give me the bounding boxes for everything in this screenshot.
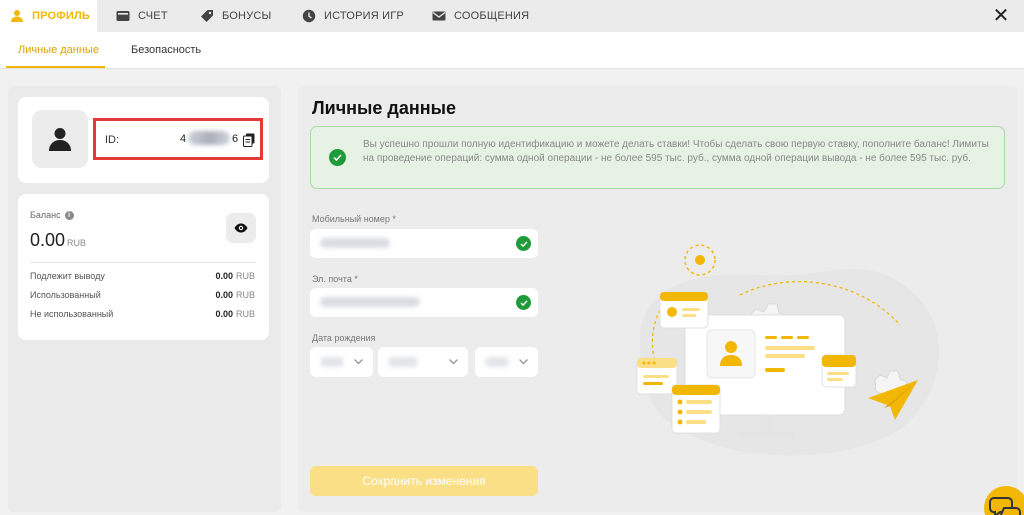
user-icon	[11, 10, 23, 22]
id-label: ID:	[105, 134, 120, 146]
info-icon[interactable]: i	[64, 210, 74, 220]
save-changes-button[interactable]: Сохранить изменения	[310, 466, 538, 496]
chat-icon	[989, 497, 1021, 515]
birth-day-select[interactable]	[310, 347, 373, 377]
birth-month-select[interactable]	[378, 347, 468, 377]
tab-label: СЧЕТ	[138, 10, 168, 22]
balance-value-row: 0.00 RUB	[30, 230, 86, 251]
verification-notice: Вы успешно прошли полную идентификацию и…	[310, 126, 1005, 189]
copy-icon[interactable]	[243, 133, 255, 147]
sub-tab-bar: Личные данные Безопасность	[0, 32, 1024, 69]
verified-check-icon	[516, 236, 531, 251]
id-value-start: 4	[180, 133, 187, 145]
phone-label: Мобильный номер *	[312, 214, 396, 224]
close-icon[interactable]: ✕	[990, 5, 1012, 27]
tab-messages[interactable]: СООБЩЕНИЯ	[432, 0, 529, 32]
success-check-icon	[329, 149, 346, 166]
eye-icon	[234, 223, 248, 233]
balance-value: 0.00	[30, 230, 66, 250]
email-field[interactable]	[310, 288, 538, 317]
subtab-security[interactable]: Безопасность	[131, 44, 201, 56]
divider	[30, 262, 255, 263]
tab-game-history[interactable]: ИСТОРИЯ ИГР	[302, 0, 404, 32]
id-value-end: 6	[232, 133, 239, 145]
balance-currency: RUB	[67, 238, 87, 248]
balance-label: Баланс	[30, 210, 61, 220]
id-value-blurred	[188, 131, 230, 145]
notice-text: Вы успешно прошли полную идентификацию и…	[363, 139, 989, 164]
balance-row-label: Подлежит выводу	[30, 271, 105, 281]
phone-value-blurred	[320, 238, 390, 248]
chevron-down-icon	[354, 359, 363, 365]
balance-row-amount: 0.00	[215, 271, 233, 281]
chevron-down-icon	[519, 359, 528, 365]
balance-label-row: Баланс i	[30, 210, 74, 220]
tab-label: ПРОФИЛЬ	[32, 10, 90, 22]
tab-label: ИСТОРИЯ ИГР	[324, 10, 404, 22]
chevron-down-icon	[449, 359, 458, 365]
tab-bonuses[interactable]: БОНУСЫ	[200, 0, 271, 32]
birth-year-select[interactable]	[475, 347, 538, 377]
tab-label: БОНУСЫ	[222, 10, 272, 22]
active-subtab-indicator	[6, 66, 105, 68]
balance-row-currency: RUB	[235, 290, 255, 300]
balance-row: Использованный 0.00 RUB	[30, 290, 255, 302]
envelope-icon	[432, 11, 446, 21]
day-value-blurred	[320, 357, 344, 367]
verified-check-icon	[516, 295, 531, 310]
tab-label: СООБЩЕНИЯ	[454, 10, 530, 22]
profile-illustration	[636, 244, 939, 456]
tab-profile[interactable]: ПРОФИЛЬ	[0, 0, 97, 32]
balance-row-label: Использованный	[30, 290, 101, 300]
balance-row-label: Не использованный	[30, 309, 114, 319]
page-title: Личные данные	[312, 98, 456, 118]
email-value-blurred	[320, 297, 420, 307]
balance-row-amount: 0.00	[215, 290, 233, 300]
wallet-icon	[116, 11, 130, 21]
balance-row: Подлежит выводу 0.00 RUB	[30, 271, 255, 283]
birthdate-label: Дата рождения	[312, 333, 376, 343]
user-id-box: ID: 4 6	[93, 118, 263, 160]
month-value-blurred	[388, 357, 418, 367]
year-value-blurred	[485, 357, 509, 367]
top-tab-bar: ПРОФИЛЬ СЧЕТ БОНУСЫ ИСТОРИЯ ИГР СООБЩЕНИ…	[0, 0, 1024, 32]
subtab-personal-data[interactable]: Личные данные	[18, 44, 99, 56]
avatar	[32, 110, 88, 168]
balance-row-currency: RUB	[235, 309, 255, 319]
clock-icon	[302, 9, 316, 23]
user-avatar-icon	[49, 128, 71, 151]
phone-field[interactable]	[310, 229, 538, 258]
tag-icon	[201, 10, 213, 22]
balance-row-currency: RUB	[235, 271, 255, 281]
email-label: Эл. почта *	[312, 274, 358, 284]
toggle-balance-visibility-button[interactable]	[226, 213, 256, 243]
tab-account[interactable]: СЧЕТ	[116, 0, 168, 32]
balance-row: Не использованный 0.00 RUB	[30, 309, 255, 321]
balance-row-amount: 0.00	[215, 309, 233, 319]
chat-support-button[interactable]	[984, 486, 1024, 515]
